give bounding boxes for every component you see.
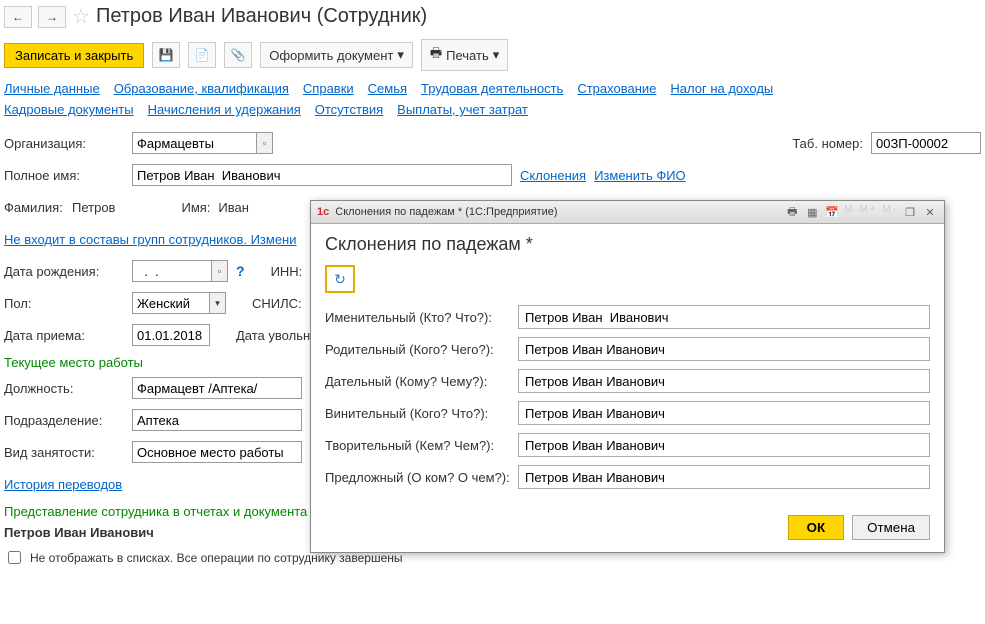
tab-personal[interactable]: Личные данные	[4, 81, 100, 96]
dob-calendar-button[interactable]: ▫	[212, 260, 228, 282]
name-value: Иван	[218, 200, 249, 215]
instrumental-label: Творительный (Кем? Чем?):	[325, 438, 510, 453]
inn-label: ИНН:	[271, 264, 303, 279]
tab-family[interactable]: Семья	[368, 81, 407, 96]
memory-icons: M M+ M-	[844, 204, 898, 220]
nominative-label: Именительный (Кто? Что?):	[325, 310, 510, 325]
gender-label: Пол:	[4, 296, 124, 311]
tab-payments[interactable]: Выплаты, учет затрат	[397, 102, 528, 117]
position-label: Должность:	[4, 381, 124, 396]
emp-type-label: Вид занятости:	[4, 445, 124, 460]
declension-link[interactable]: Склонения	[520, 168, 586, 183]
modal-heading: Склонения по падежам *	[325, 234, 930, 255]
ok-button[interactable]: ОК	[788, 515, 845, 540]
genitive-input[interactable]	[518, 337, 930, 361]
restore-icon[interactable]: ❐	[902, 204, 918, 220]
modal-titlebar-text: Склонения по падежам * (1С:Предприятие)	[335, 206, 778, 218]
tab-tax[interactable]: Налог на доходы	[670, 81, 773, 96]
tab-no-label: Таб. номер:	[792, 136, 863, 151]
save-close-button[interactable]: Записать и закрыть	[4, 43, 144, 68]
make-document-button[interactable]: Оформить документ▾	[260, 42, 413, 68]
groups-link[interactable]: Не входит в составы групп сотрудников. И…	[4, 232, 297, 247]
dative-label: Дательный (Кому? Чему?):	[325, 374, 510, 389]
prepositional-label: Предложный (О ком? О чем?):	[325, 470, 510, 485]
tab-insurance[interactable]: Страхование	[577, 81, 656, 96]
gender-input[interactable]	[132, 292, 210, 314]
genitive-label: Родительный (Кого? Чего?):	[325, 342, 510, 357]
gender-drop-button[interactable]: ▾	[210, 292, 226, 314]
org-input[interactable]	[132, 132, 257, 154]
print-button[interactable]: 🖶Печать▾	[421, 39, 508, 71]
dative-input[interactable]	[518, 369, 930, 393]
position-input[interactable]	[132, 377, 302, 399]
tab-absence[interactable]: Отсутствия	[315, 102, 383, 117]
surname-value: Петров	[72, 200, 115, 215]
accusative-input[interactable]	[518, 401, 930, 425]
accusative-label: Винительный (Кого? Что?):	[325, 406, 510, 421]
calc-icon[interactable]: ▦	[804, 204, 820, 220]
name-label: Имя:	[181, 200, 210, 215]
cancel-button[interactable]: Отмена	[852, 515, 930, 540]
tab-no-input[interactable]	[871, 132, 981, 154]
dept-input[interactable]	[132, 409, 302, 431]
surname-label: Фамилия:	[4, 200, 64, 215]
tab-education[interactable]: Образование, квалификация	[114, 81, 289, 96]
nav-forward-button[interactable]: →	[38, 6, 66, 28]
fullname-label: Полное имя:	[4, 168, 124, 183]
save-icon-button[interactable]: 💾	[152, 42, 180, 68]
tab-refs[interactable]: Справки	[303, 81, 354, 96]
instrumental-input[interactable]	[518, 433, 930, 457]
favorite-star-icon[interactable]: ☆	[72, 4, 90, 29]
org-select-button[interactable]: ▫	[257, 132, 273, 154]
dob-label: Дата рождения:	[4, 264, 124, 279]
document-icon-button[interactable]: 📄	[188, 42, 216, 68]
dob-help-icon[interactable]: ?	[236, 263, 245, 279]
fullname-input[interactable]	[132, 164, 512, 186]
hire-label: Дата приема:	[4, 328, 124, 343]
nominative-input[interactable]	[518, 305, 930, 329]
refresh-button[interactable]: ↻	[325, 265, 355, 293]
page-title: Петров Иван Иванович (Сотрудник)	[96, 5, 427, 28]
close-icon[interactable]: ✕	[922, 204, 938, 220]
hide-checkbox[interactable]	[8, 551, 21, 564]
app-logo-icon: 1c	[317, 206, 329, 218]
attach-icon-button[interactable]: 📎	[224, 42, 252, 68]
prepositional-input[interactable]	[518, 465, 930, 489]
dob-input[interactable]	[132, 260, 212, 282]
history-link[interactable]: История переводов	[4, 477, 122, 492]
tab-payroll[interactable]: Начисления и удержания	[148, 102, 301, 117]
print-icon[interactable]: 🖶	[784, 204, 800, 220]
calendar-icon[interactable]: 📅	[824, 204, 840, 220]
tab-work[interactable]: Трудовая деятельность	[421, 81, 563, 96]
tab-hr-docs[interactable]: Кадровые документы	[4, 102, 134, 117]
hire-input[interactable]	[132, 324, 210, 346]
snils-label: СНИЛС:	[252, 296, 302, 311]
change-fio-link[interactable]: Изменить ФИО	[594, 168, 686, 183]
nav-back-button[interactable]: ←	[4, 6, 32, 28]
declension-modal: 1c Склонения по падежам * (1С:Предприяти…	[310, 200, 945, 553]
dept-label: Подразделение:	[4, 413, 124, 428]
org-label: Организация:	[4, 136, 124, 151]
emp-type-input[interactable]	[132, 441, 302, 463]
